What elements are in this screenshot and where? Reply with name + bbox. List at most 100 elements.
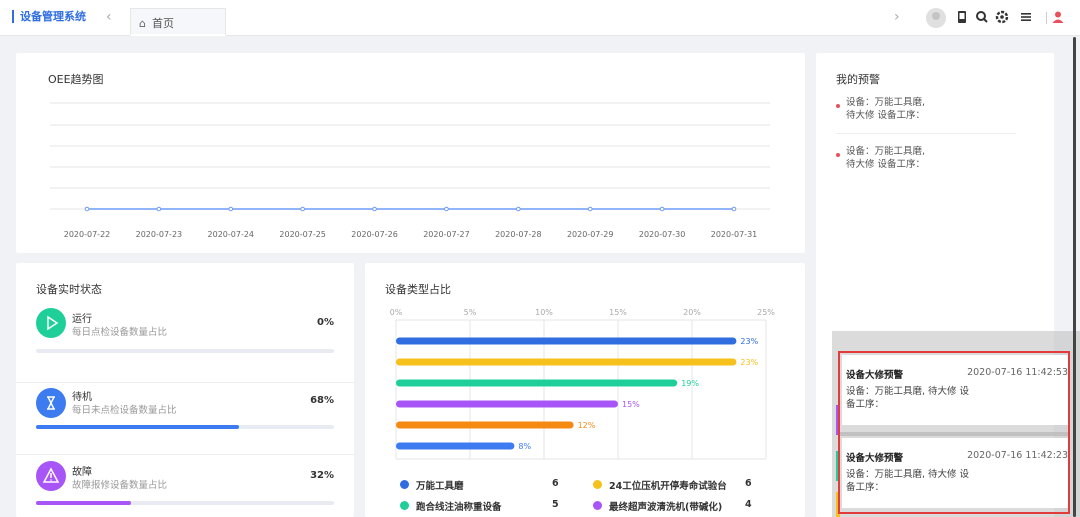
legend-count: 6 <box>745 478 752 489</box>
status-row-running: 运行 每日点检设备数量占比 0% <box>16 303 354 383</box>
bar <box>396 421 574 429</box>
scrollbar[interactable] <box>1073 37 1076 517</box>
tab-home[interactable]: ⌂ 首页 <box>130 8 226 36</box>
status-desc: 故障报修设备数量占比 <box>72 480 168 491</box>
avatar[interactable] <box>926 8 946 28</box>
play-icon <box>36 308 66 338</box>
chevron-left-icon[interactable]: ‹ <box>106 9 112 25</box>
chevron-right-icon[interactable]: › <box>894 9 900 25</box>
status-desc: 每日未点检设备数量占比 <box>72 405 177 416</box>
legend-count: 6 <box>552 478 559 489</box>
status-percent: 32% <box>310 470 334 481</box>
bar-value-label: 23% <box>740 358 758 367</box>
progress-fill <box>36 425 239 429</box>
bar <box>396 337 737 345</box>
highlight-box <box>838 351 1070 514</box>
legend-dot-icon <box>593 480 602 489</box>
legend-count: 5 <box>552 499 559 510</box>
status-name: 运行 <box>72 314 92 325</box>
warning-item[interactable]: 设备：万能工具磨, 待大修 设备工序： <box>836 96 925 122</box>
warning-text-line: 待大修 设备工序： <box>846 159 926 170</box>
legend-name: 万能工具磨 <box>416 481 464 492</box>
warning-text-line: 设备：万能工具磨, <box>846 146 926 157</box>
data-point <box>372 206 377 212</box>
data-point <box>300 206 305 212</box>
hourglass-icon <box>36 388 66 418</box>
divider <box>836 133 1016 134</box>
warning-item[interactable]: 设备：万能工具磨, 待大修 设备工序： <box>836 145 925 171</box>
progress-track <box>36 501 334 505</box>
data-point <box>659 206 665 212</box>
x-tick-label: 2020-07-23 <box>136 230 183 239</box>
divider <box>1046 12 1047 24</box>
tab-home-label: 首页 <box>151 17 174 30</box>
alert-dot-icon <box>836 153 840 157</box>
status-desc: 每日点检设备数量占比 <box>72 327 168 338</box>
warning-text-line: 待大修 设备工序： <box>846 110 926 121</box>
legend-name: 最终超声波清洗机(带碱化) <box>609 502 723 513</box>
bar-value-label: 23% <box>740 337 758 346</box>
x-tick-label: 5% <box>464 308 477 317</box>
bar <box>396 400 618 408</box>
oee-chart-card: OEE趋势图 2020-07-22 2020-07-23 2020-07-24 202… <box>16 53 805 253</box>
search-icon[interactable] <box>975 10 989 24</box>
bar-value-label: 19% <box>681 379 699 388</box>
x-tick-label: 2020-07-25 <box>279 230 326 239</box>
x-tick-label: 2020-07-28 <box>495 230 542 239</box>
status-percent: 0% <box>317 317 334 328</box>
status-title: 设备实时状态 <box>36 283 102 296</box>
x-tick-label: 25% <box>757 308 775 317</box>
x-tick-label: 15% <box>609 308 627 317</box>
bar-value-label: 8% <box>518 442 531 451</box>
data-point <box>444 206 449 212</box>
user-icon[interactable] <box>1051 10 1065 24</box>
legend-dot-icon <box>400 501 409 510</box>
bar-value-label: 12% <box>578 421 596 430</box>
x-tick-label: 2020-07-30 <box>639 230 686 239</box>
x-tick-label: 2020-07-24 <box>208 230 255 239</box>
menu-icon[interactable] <box>1019 10 1033 24</box>
data-point <box>228 206 234 212</box>
x-tick-label: 2020-07-22 <box>64 230 111 239</box>
legend-dot-icon <box>593 501 602 510</box>
device-status-card: 设备实时状态 运行 每日点检设备数量占比 0% 待机 每日未点检设备数量占比 6… <box>16 263 354 517</box>
status-name: 待机 <box>72 392 92 403</box>
data-point <box>587 206 593 212</box>
x-tick-label: 2020-07-27 <box>423 230 470 239</box>
legend-dot-icon <box>400 480 409 489</box>
alert-dot-icon <box>836 104 840 108</box>
data-point <box>156 206 162 212</box>
top-navbar: 设备管理系统 ‹ ⌂ 首页 › <box>0 0 1080 36</box>
oee-line-chart: 2020-07-22 2020-07-23 2020-07-24 2020-07-25… <box>50 102 770 239</box>
warnings-title: 我的预警 <box>836 73 880 86</box>
x-tick-label: 10% <box>535 308 553 317</box>
progress-fill <box>36 501 132 505</box>
device-type-card: 设备类型占比 0% 5% 10% 15% 20% 25% 23% 23% 19% 15% 12% 8%… <box>365 263 805 517</box>
status-row-standby: 待机 每日未点检设备数量占比 68% <box>16 375 354 455</box>
warning-text-line: 设备：万能工具磨, <box>846 97 926 108</box>
progress-track <box>36 425 334 429</box>
x-tick-label: 2020-07-29 <box>567 230 614 239</box>
x-tick-label: 2020-07-26 <box>351 230 398 239</box>
app-title: 设备管理系统 <box>12 10 86 23</box>
data-point <box>731 206 737 212</box>
bar <box>396 358 737 366</box>
legend-name: 跑合线注油称重设备 <box>416 502 502 513</box>
status-name: 故障 <box>72 467 92 478</box>
status-row-fault: 故障 故障报修设备数量占比 32% <box>16 457 354 517</box>
legend-name: 24工位压机开停寿命试验台 <box>609 481 727 492</box>
x-tick-label: 20% <box>683 308 701 317</box>
progress-track <box>36 349 334 353</box>
bar-value-label: 15% <box>622 400 640 409</box>
mobile-icon[interactable] <box>955 10 969 24</box>
settings-icon[interactable] <box>995 10 1009 24</box>
bar <box>396 442 515 450</box>
x-tick-label: 2020-07-31 <box>711 230 758 239</box>
bar <box>396 379 678 387</box>
legend-count: 4 <box>745 499 752 510</box>
status-percent: 68% <box>310 395 334 406</box>
warning-icon <box>36 461 66 491</box>
data-point <box>516 206 521 212</box>
home-icon: ⌂ <box>139 17 146 30</box>
data-point <box>84 206 90 212</box>
